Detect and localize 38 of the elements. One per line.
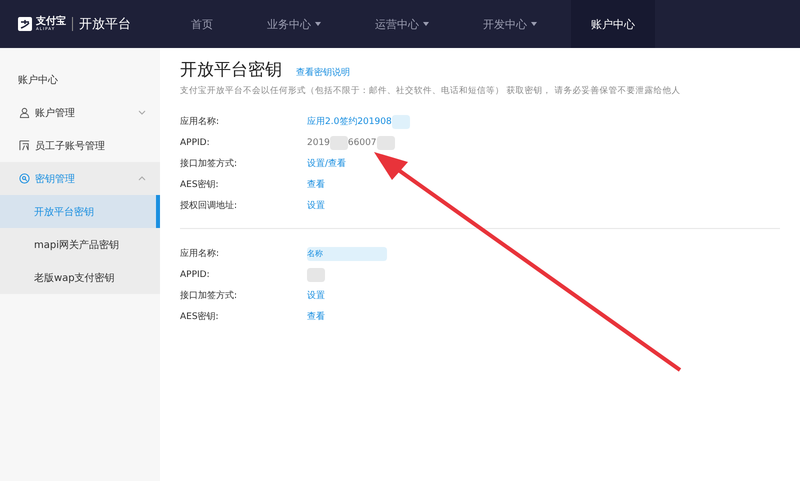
- field-link[interactable]: 查看: [307, 310, 325, 323]
- field-label: 授权回调地址:: [180, 200, 238, 212]
- field-link[interactable]: 设置/查看: [307, 157, 346, 170]
- field-value: 66007: [348, 138, 377, 148]
- chevron-up-icon[interactable]: [138, 176, 146, 181]
- user-icon: [19, 107, 30, 118]
- field-label: AES密钥:: [180, 178, 220, 191]
- key-icon: [19, 173, 30, 184]
- sidebar-item[interactable]: 账户管理: [0, 96, 160, 129]
- field-label: APPID:: [180, 270, 211, 280]
- people-icon: [19, 140, 30, 151]
- field-label: 接口加签方式:: [180, 158, 238, 170]
- field-link[interactable]: 设置: [307, 199, 325, 212]
- nav-tab[interactable]: 账户中心: [571, 0, 655, 48]
- sidebar-item[interactable]: 员工子账号管理: [0, 129, 160, 162]
- sidebar-title: 账户中心: [17, 74, 59, 88]
- sidebar-subitem[interactable]: 老版wap支付密钥: [0, 261, 160, 294]
- field-link[interactable]: 设置: [307, 289, 325, 302]
- field-link[interactable]: 查看: [307, 178, 325, 191]
- field-label: 应用名称:: [180, 116, 220, 128]
- redaction-mark: 名称: [307, 246, 387, 260]
- field-label: APPID:: [180, 138, 211, 148]
- help-link[interactable]: 查看密钥说明: [296, 66, 350, 79]
- notice-text: 支付宝开放平台不会以任何形式（包括不限于：邮件、社交软件、电话和短信等） 获取密钥， 请务必妥善保管不要泄露给他人: [180, 85, 682, 97]
- field-value: 2019: [307, 138, 330, 148]
- chevron-down-icon[interactable]: [138, 110, 146, 115]
- field-label: 应用名称:: [180, 248, 220, 260]
- page-title: 开放平台密钥: [180, 59, 282, 81]
- nav-tab[interactable]: 开发中心: [463, 0, 557, 48]
- nav-tab[interactable]: 首页: [171, 0, 233, 48]
- field-link[interactable]: 应用2.0签约201908: [307, 115, 392, 128]
- sidebar-item[interactable]: 密钥管理: [0, 162, 160, 195]
- sidebar-subitem[interactable]: mapi网关产品密钥: [0, 228, 160, 261]
- nav-tab[interactable]: 业务中心: [247, 0, 341, 48]
- field-label: 接口加签方式:: [180, 290, 238, 302]
- platform-name: 开放平台: [79, 16, 131, 33]
- field-label: AES密钥:: [180, 310, 220, 323]
- nav-tab[interactable]: 运营中心: [355, 0, 449, 48]
